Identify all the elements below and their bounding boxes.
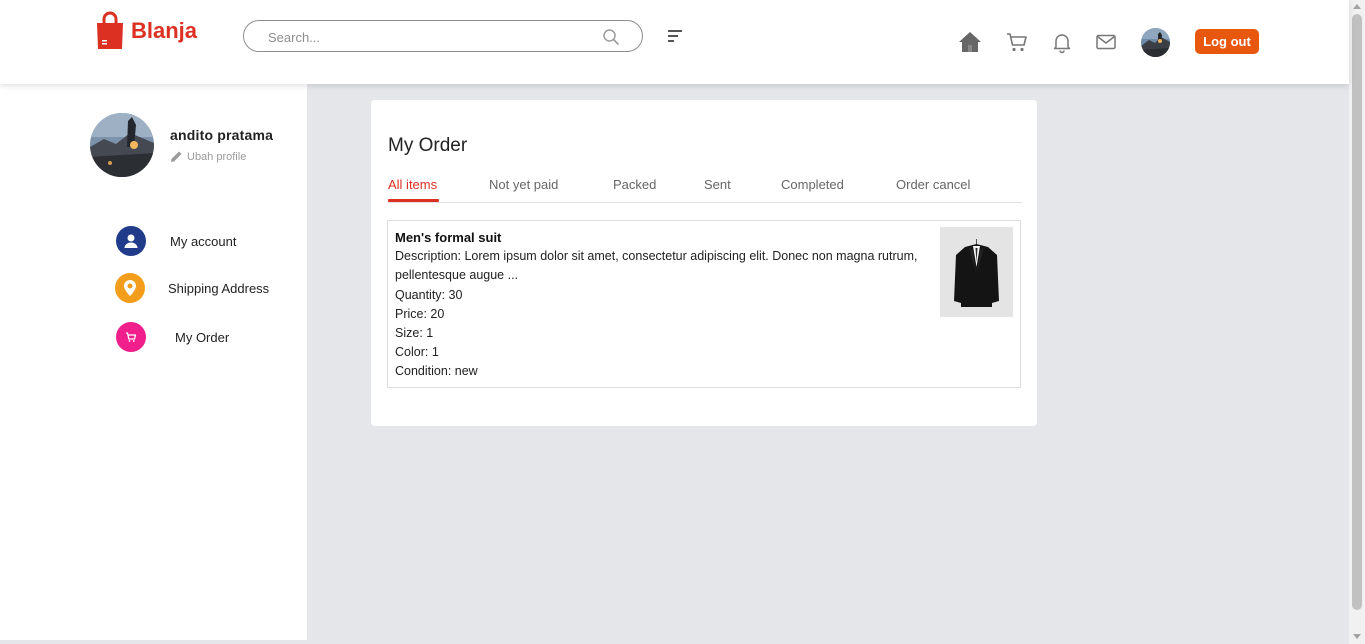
pencil-icon	[171, 151, 182, 162]
tab-not-yet-paid[interactable]: Not yet paid	[489, 177, 558, 192]
top-navbar: Blanja Search... Log out	[0, 0, 1349, 84]
order-tabs: All items Not yet paid Packed Sent Compl…	[388, 176, 1022, 203]
tab-sent[interactable]: Sent	[704, 177, 731, 192]
active-tab-indicator	[388, 199, 439, 202]
sidebar-item-shipping-address[interactable]: Shipping Address	[115, 273, 269, 303]
profile-name: andito pratama	[170, 127, 274, 143]
sidebar-item-label: My Order	[175, 329, 230, 345]
my-order-card: My Order All items Not yet paid Packed S…	[371, 100, 1037, 426]
cart-icon	[116, 322, 146, 352]
tab-packed[interactable]: Packed	[613, 177, 656, 192]
tab-order-cancel[interactable]: Order cancel	[896, 177, 970, 192]
brand-logo[interactable]: Blanja	[95, 11, 197, 51]
order-quantity: Quantity: 30	[395, 288, 463, 302]
sidebar-item-my-order[interactable]: My Order	[116, 322, 229, 352]
cart-icon[interactable]	[1005, 30, 1029, 54]
order-color: Color: 1	[395, 345, 439, 359]
sidebar-item-label: My account	[170, 233, 237, 249]
logout-button[interactable]: Log out	[1195, 29, 1259, 54]
order-product-name: Men's formal suit	[395, 230, 502, 245]
page-scrollbar[interactable]	[1349, 0, 1365, 644]
edit-profile-label: Ubah profile	[187, 150, 247, 163]
filter-icon[interactable]	[666, 28, 684, 44]
search-input[interactable]	[268, 28, 588, 46]
tab-all-items[interactable]: All items	[388, 177, 437, 192]
sidebar-item-label: Shipping Address	[168, 280, 270, 296]
order-item[interactable]: Men's formal suit Description: Lorem ips…	[387, 220, 1021, 388]
scrollbar-thumb[interactable]	[1352, 14, 1362, 610]
search-bar[interactable]	[243, 20, 643, 52]
sidebar-item-my-account[interactable]: My account	[116, 226, 236, 256]
product-image	[940, 227, 1013, 317]
brand-name: Blanja	[131, 18, 198, 43]
sidebar: andito pratama Ubah profile My account S…	[0, 84, 307, 640]
scroll-down-arrow-icon[interactable]	[1353, 634, 1361, 639]
shopping-bag-icon	[97, 11, 123, 49]
tab-completed[interactable]: Completed	[781, 177, 844, 192]
search-icon[interactable]	[602, 28, 620, 46]
order-condition: Condition: new	[395, 364, 478, 378]
mail-icon[interactable]	[1094, 30, 1118, 54]
edit-profile-link[interactable]: Ubah profile	[170, 150, 246, 163]
avatar[interactable]	[1141, 28, 1170, 57]
scroll-up-arrow-icon[interactable]	[1353, 4, 1361, 9]
bell-icon[interactable]	[1050, 30, 1074, 54]
user-icon	[116, 226, 146, 256]
map-pin-icon	[115, 273, 145, 303]
home-icon[interactable]	[958, 30, 982, 54]
order-description: Description: Lorem ipsum dolor sit amet,…	[395, 249, 918, 282]
order-size: Size: 1	[395, 326, 434, 340]
order-price: Price: 20	[395, 307, 445, 321]
profile-avatar	[90, 113, 154, 177]
page-title: My Order	[388, 135, 468, 156]
